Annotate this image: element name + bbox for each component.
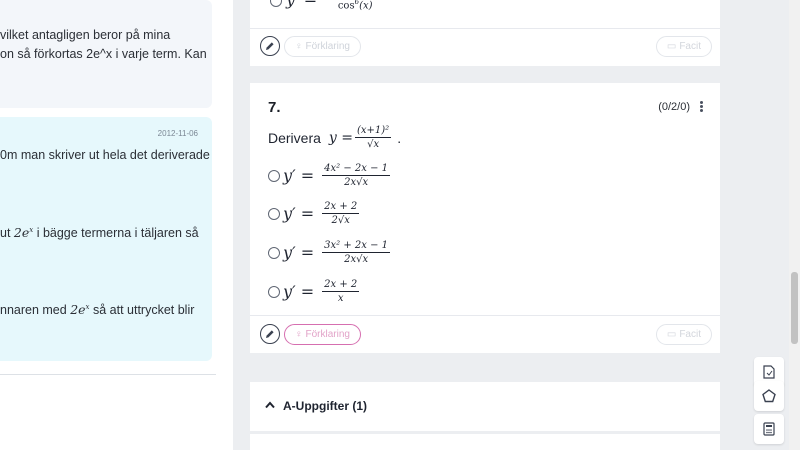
- comment-text: nnaren med 2ex så att uttrycket blir: [0, 298, 194, 319]
- option-fraction: 2x + 2 2√x: [322, 201, 360, 226]
- more-vertical-icon[interactable]: [700, 101, 703, 112]
- comment-text: on så förkortas 2e^x i varje term. Kan: [0, 47, 207, 61]
- edit-button[interactable]: [260, 36, 280, 56]
- pentagon-icon: [762, 389, 776, 403]
- scrollbar-thumb[interactable]: [791, 272, 798, 344]
- comment-text-part: nnaren med: [0, 303, 71, 318]
- pencil-icon: [266, 42, 274, 50]
- fraction-denominator: 2√x: [331, 215, 350, 226]
- option-lhs: y′ =: [283, 243, 315, 262]
- card-divider: [250, 28, 720, 29]
- facit-button[interactable]: ▭ Facit: [655, 36, 712, 57]
- answer-option[interactable]: y′ = 2x + 2 x: [283, 279, 361, 304]
- fraction-numerator: 4x² − 2x − 1: [322, 163, 391, 176]
- edit-button[interactable]: [260, 324, 280, 344]
- facit-label: Facit: [679, 41, 701, 52]
- section-header[interactable]: A-Uppgifter (1): [250, 382, 720, 431]
- comment-math: 2ex: [70, 302, 89, 317]
- option-lhs: y′ =: [283, 204, 315, 223]
- comment-card: vilket antagligen beror på mina on så fö…: [0, 0, 212, 108]
- answer-radio[interactable]: [268, 247, 280, 259]
- comment-card-highlighted: 2012-11-06 0m man skriver ut hela det de…: [0, 117, 212, 361]
- facit-label: Facit: [679, 329, 701, 340]
- hint-label: Förklaring: [305, 41, 350, 52]
- scrollbar-track[interactable]: [789, 0, 800, 450]
- answer-radio[interactable]: [268, 208, 280, 220]
- comment-text: ut 2ex i bägge termerna i täljaren så: [0, 221, 199, 242]
- option-lhs: y′ =: [286, 0, 317, 9]
- chat-icon: ▭: [666, 329, 677, 340]
- lightbulb-icon: ♀: [295, 329, 303, 340]
- den-part: (x): [359, 0, 373, 12]
- option-lhs: y′ =: [283, 166, 315, 185]
- lightbulb-icon: ♀: [295, 41, 303, 52]
- question-card: 7. (0/2/0) Derivera y = (x+1)² √x . y′ =…: [250, 83, 720, 353]
- answer-option[interactable]: y′ = 2x + 2 2√x: [283, 201, 361, 226]
- hint-label: Förklaring: [305, 329, 350, 340]
- fraction-numerator: 2x + 2: [322, 279, 360, 292]
- answer-radio[interactable]: [270, 0, 282, 7]
- question-card-next: [250, 434, 720, 450]
- fraction-numerator: 2x + 2: [322, 201, 360, 214]
- prompt-fraction: (x+1)² √x: [355, 125, 392, 150]
- comment-text: vilket antagligen beror på mina: [0, 28, 171, 42]
- option-lhs: y′ =: [283, 282, 315, 301]
- answer-radio[interactable]: [268, 286, 280, 298]
- prompt-word: Derivera: [268, 129, 321, 146]
- answer-option[interactable]: y′ = 3x² + 2x − 1 2x√x: [283, 240, 392, 265]
- option-fraction: 4x² − 2x − 1 2x√x: [322, 163, 391, 188]
- calculator-icon: [763, 422, 775, 436]
- comment-math-base: 2e: [13, 225, 30, 241]
- card-divider: [250, 315, 720, 316]
- fraction-denominator: 2x√x: [344, 177, 369, 188]
- comment-math-base: 2e: [70, 302, 86, 318]
- comment-math: 2ex: [14, 225, 33, 240]
- prompt-lhs: y =: [328, 129, 353, 146]
- question-prompt: Derivera y = (x+1)² √x .: [268, 125, 401, 150]
- hint-button[interactable]: ♀ Förklaring: [284, 36, 361, 57]
- divider: [0, 374, 216, 375]
- fraction-denominator: 2x√x: [344, 254, 369, 265]
- chat-icon: ▭: [666, 41, 677, 52]
- fraction-numerator: (x+1)²: [355, 125, 392, 138]
- questions-panel: y′ = cos6(x) ♀ Förklaring ▭ Facit 7. (0/…: [233, 0, 800, 450]
- fraction-denominator: x: [337, 293, 344, 304]
- calculator-tool-button[interactable]: [754, 414, 784, 444]
- comment-text-part: så att uttrycket blir: [89, 303, 195, 318]
- comments-panel: vilket antagligen beror på mina on så fö…: [0, 0, 233, 450]
- den-part: cos: [337, 0, 355, 12]
- geometry-tool-button[interactable]: [754, 381, 784, 411]
- comment-date: 2012-11-06: [157, 129, 198, 138]
- option-fraction: 2x + 2 x: [322, 279, 360, 304]
- pencil-icon: [266, 330, 274, 338]
- fraction-numerator: 3x² + 2x − 1: [322, 240, 391, 253]
- question-number: 7.: [268, 99, 281, 116]
- hint-button[interactable]: ♀ Förklaring: [284, 324, 361, 345]
- fraction-denominator: √x: [367, 139, 380, 150]
- answer-option[interactable]: y′ = cos6(x): [286, 0, 387, 11]
- chevron-up-icon: [265, 401, 275, 409]
- comment-text-part: i bägge termerna i täljaren så: [33, 226, 199, 241]
- option-fraction: 3x² + 2x − 1 2x√x: [322, 240, 391, 265]
- facit-button[interactable]: ▭ Facit: [655, 324, 712, 345]
- answer-option[interactable]: y′ = 4x² − 2x − 1 2x√x: [283, 163, 392, 188]
- answer-radio[interactable]: [268, 170, 280, 182]
- fraction-denominator: cos6(x): [336, 0, 375, 11]
- section-title: A-Uppgifter (1): [283, 399, 367, 413]
- comment-text: 0m man skriver ut hela det deriverade: [0, 148, 210, 162]
- question-card-previous: y′ = cos6(x) ♀ Förklaring ▭ Facit: [250, 0, 720, 66]
- question-score: (0/2/0): [658, 101, 690, 113]
- option-fraction: cos6(x): [325, 0, 385, 11]
- comment-text-part: ut: [0, 226, 14, 241]
- prompt-end: .: [397, 129, 402, 146]
- document-icon: [763, 365, 775, 379]
